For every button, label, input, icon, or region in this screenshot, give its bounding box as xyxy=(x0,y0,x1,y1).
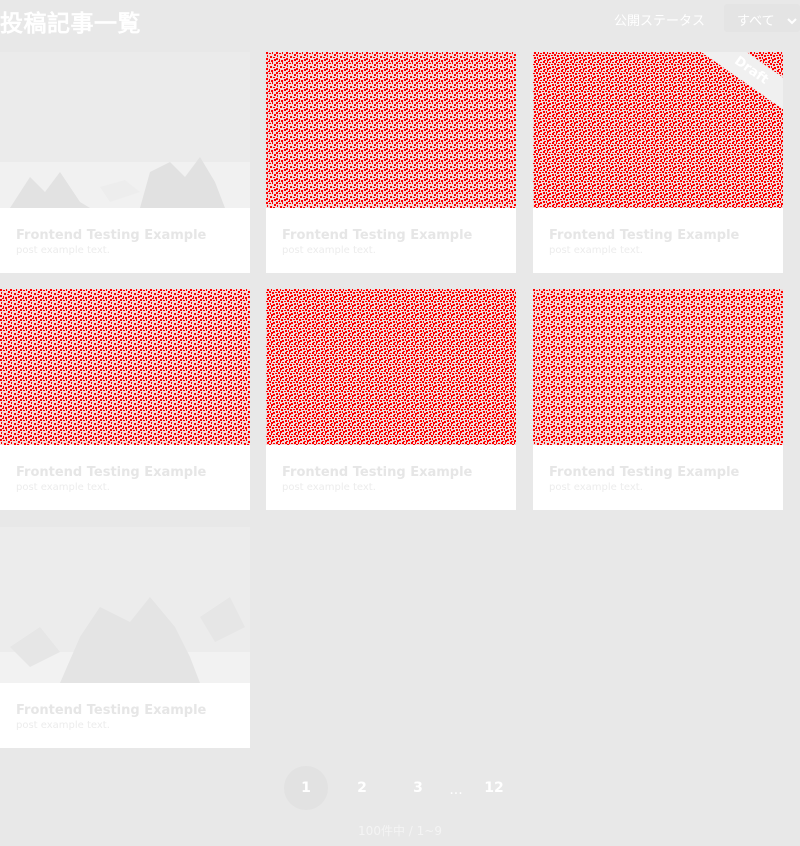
post-card[interactable]: Frontend Testing Example post example te… xyxy=(266,52,516,273)
pagination: 1 2 3 ... 12 xyxy=(0,766,800,810)
post-excerpt: post example text. xyxy=(282,482,376,493)
post-title: Frontend Testing Example xyxy=(282,465,473,480)
post-title: Frontend Testing Example xyxy=(549,228,740,243)
post-list-page: 投稿記事一覧 公開ステータス すべて Frontend Testing Exam… xyxy=(0,0,800,846)
page-button-2[interactable]: 2 xyxy=(340,766,384,810)
header: 投稿記事一覧 公開ステータス すべて xyxy=(0,0,800,37)
post-thumbnail xyxy=(0,289,250,445)
post-excerpt: post example text. xyxy=(16,720,110,731)
page-button-last[interactable]: 12 xyxy=(472,766,516,810)
post-excerpt: post example text. xyxy=(549,245,643,256)
page-button-3[interactable]: 3 xyxy=(396,766,440,810)
post-title: Frontend Testing Example xyxy=(16,228,207,243)
pagination-ellipsis: ... xyxy=(449,782,463,798)
post-title: Frontend Testing Example xyxy=(16,703,207,718)
post-thumbnail xyxy=(0,527,250,683)
status-filter-value: すべて xyxy=(737,14,775,29)
post-thumbnail xyxy=(266,289,516,445)
result-summary: 100件中 / 1~9 xyxy=(358,824,442,838)
post-card[interactable]: Frontend Testing Example post example te… xyxy=(0,289,250,510)
chevron-down-icon xyxy=(786,12,798,25)
post-card[interactable]: Draft Frontend Testing Example post exam… xyxy=(533,52,783,273)
post-title: Frontend Testing Example xyxy=(549,465,740,480)
post-title: Frontend Testing Example xyxy=(16,465,207,480)
post-card[interactable]: Frontend Testing Example post example te… xyxy=(266,289,516,510)
post-thumbnail xyxy=(533,289,783,445)
post-excerpt: post example text. xyxy=(16,245,110,256)
post-thumbnail xyxy=(266,52,516,208)
post-excerpt: post example text. xyxy=(549,482,643,493)
post-thumbnail xyxy=(0,52,250,208)
page-button-1[interactable]: 1 xyxy=(284,766,328,810)
post-card[interactable]: Frontend Testing Example post example te… xyxy=(0,527,250,748)
post-card[interactable]: Frontend Testing Example post example te… xyxy=(533,289,783,510)
page-title: 投稿記事一覧 xyxy=(0,11,141,37)
post-excerpt: post example text. xyxy=(282,245,376,256)
post-excerpt: post example text. xyxy=(16,482,110,493)
status-filter-label: 公開ステータス xyxy=(614,14,706,29)
post-card[interactable]: Frontend Testing Example post example te… xyxy=(0,52,250,273)
post-title: Frontend Testing Example xyxy=(282,228,473,243)
status-filter-select[interactable]: すべて xyxy=(724,4,800,32)
